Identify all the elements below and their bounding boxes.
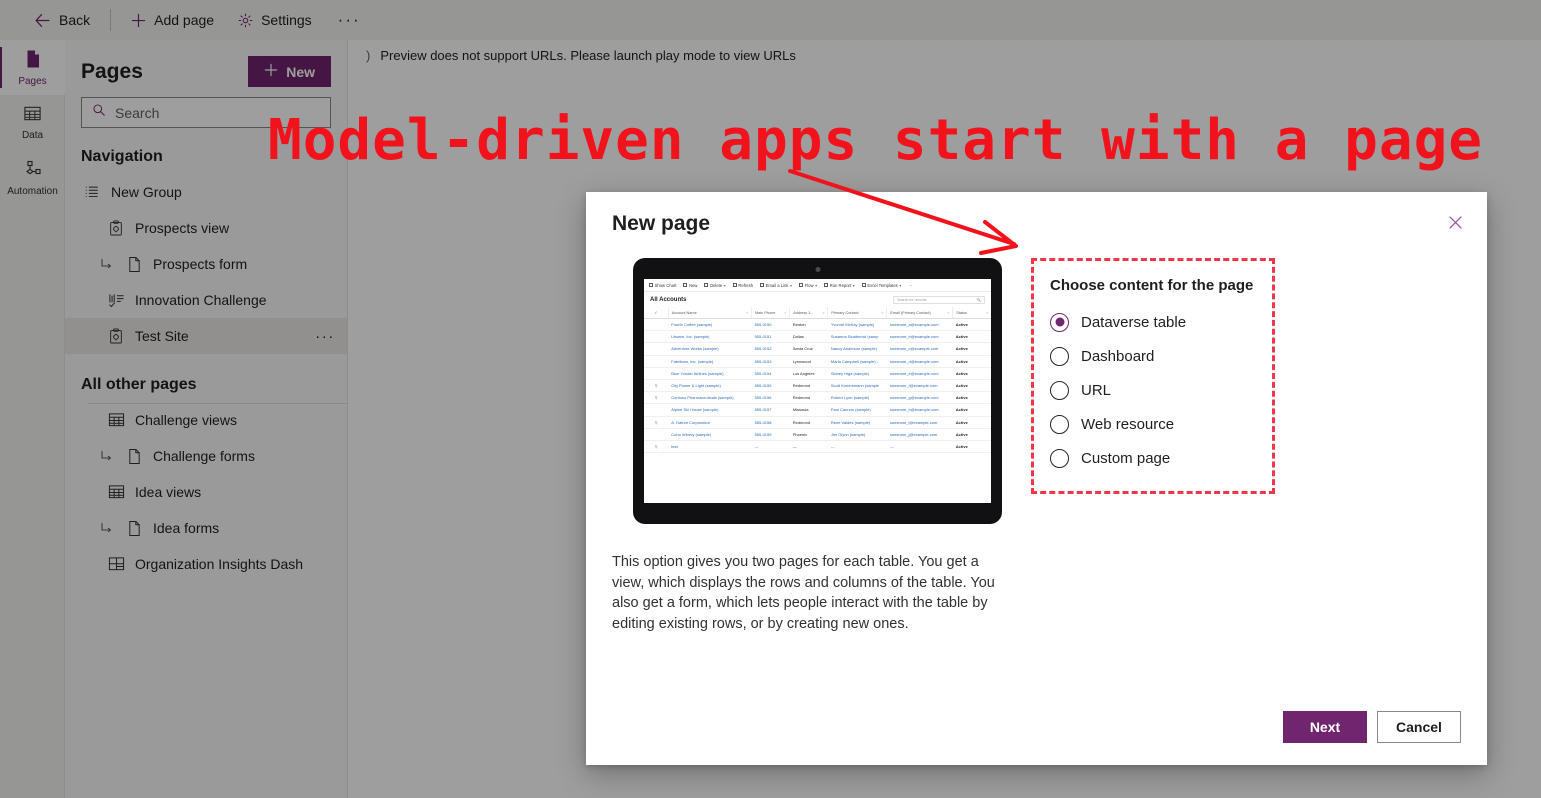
option-description: This option gives you two pages for each…	[612, 552, 1012, 634]
mock-command: Flow▾	[799, 283, 817, 288]
table-row: ⚲A. Datum Corporation555-0158RedmondRene…	[644, 416, 991, 428]
mock-view-name: All Accounts	[650, 297, 686, 303]
option-custom-page[interactable]: Custom page	[1050, 441, 1254, 475]
table-row: Fourth Coffee (sample)555-0150RentonYvon…	[644, 319, 991, 331]
mock-col-primary-contact: Primary Contact▿	[828, 307, 887, 319]
table-row: ⚲City Power & Light (sample)555-0155Redm…	[644, 379, 991, 391]
option-dataverse-table[interactable]: Dataverse table	[1050, 305, 1254, 339]
option-label: Custom page	[1081, 450, 1170, 467]
option-url[interactable]: URL	[1050, 373, 1254, 407]
dialog-body: Show Chart New Delete▾ Refresh Email a L…	[612, 253, 1461, 634]
table-row: Blue Yonder Airlines (sample)555-0154Los…	[644, 367, 991, 379]
mock-command: Excel Templates▾	[862, 283, 902, 288]
mock-command: Email a Link▾	[760, 283, 792, 288]
options-heading: Choose content for the page	[1050, 277, 1254, 294]
mock-col-address: Address 1...▿	[790, 307, 828, 319]
content-type-options: Choose content for the page Dataverse ta…	[1031, 258, 1275, 494]
next-button[interactable]: Next	[1283, 711, 1367, 743]
search-icon: 🔍	[977, 298, 981, 302]
mock-command-bar: Show Chart New Delete▾ Refresh Email a L…	[644, 279, 991, 292]
mock-search-placeholder: Search for records	[897, 298, 927, 302]
new-page-dialog: New page Show Chart New Delete▾ Refresh	[586, 192, 1487, 765]
mock-command-overflow: ···	[908, 283, 912, 288]
tablet-frame: Show Chart New Delete▾ Refresh Email a L…	[633, 258, 1002, 524]
option-label: Dashboard	[1081, 348, 1154, 365]
option-label: URL	[1081, 382, 1111, 399]
page-preview-image: Show Chart New Delete▾ Refresh Email a L…	[612, 253, 1023, 531]
options-container: Choose content for the page Dataverse ta…	[1023, 253, 1461, 531]
table-row: ⚲test------------Active	[644, 440, 991, 452]
table-row: Coho Winery (sample)555-0159PhoenixJim G…	[644, 428, 991, 440]
mock-col-account-name: Account Name▿	[668, 307, 751, 319]
mock-grid-header: ✓ Account Name▿ Main Phone▿ Address 1...…	[644, 307, 991, 319]
radio-icon[interactable]	[1050, 449, 1069, 468]
mock-command: Refresh	[733, 283, 753, 288]
option-web-resource[interactable]: Web resource	[1050, 407, 1254, 441]
mock-col-email: Email (Primary Contact)▿	[887, 307, 953, 319]
cancel-button[interactable]: Cancel	[1377, 711, 1461, 743]
table-row: Litware, Inc. (sample)555-0151DallasSusa…	[644, 331, 991, 343]
dialog-footer: Next Cancel	[1283, 711, 1461, 743]
mock-command: Run Report▾	[824, 283, 855, 288]
radio-icon[interactable]	[1050, 381, 1069, 400]
mock-command: Delete▾	[704, 283, 725, 288]
dialog-title: New page	[612, 212, 710, 236]
option-label: Dataverse table	[1081, 314, 1186, 331]
tablet-screen: Show Chart New Delete▾ Refresh Email a L…	[644, 279, 991, 503]
app-root: Back Add page Settings	[0, 0, 1541, 798]
table-row: Adventure Works (sample)555-0152Santa Cr…	[644, 343, 991, 355]
mock-grid: ✓ Account Name▿ Main Phone▿ Address 1...…	[644, 307, 991, 453]
mock-command: Show Chart	[649, 283, 676, 288]
option-label: Web resource	[1081, 416, 1174, 433]
radio-icon[interactable]	[1050, 415, 1069, 434]
table-row: Alpine Ski House (sample)555-0157Missoul…	[644, 404, 991, 416]
radio-icon[interactable]	[1050, 347, 1069, 366]
mock-col-check: ✓	[644, 307, 668, 319]
mock-view-selector-row: All Accounts Search for records 🔍	[644, 292, 991, 307]
mock-record-search: Search for records 🔍	[893, 296, 985, 304]
mock-command: New	[683, 283, 697, 288]
option-dashboard[interactable]: Dashboard	[1050, 339, 1254, 373]
mock-col-status: Status▿	[953, 307, 991, 319]
mock-grid-body: Fourth Coffee (sample)555-0150RentonYvon…	[644, 319, 991, 453]
radio-icon[interactable]	[1050, 313, 1069, 332]
table-row: ⚲Contoso Pharmaceuticals (sample)555-015…	[644, 392, 991, 404]
table-row: Fabrikam, Inc. (sample)555-0153LynnwoodM…	[644, 355, 991, 367]
mock-col-main-phone: Main Phone▿	[752, 307, 790, 319]
close-icon[interactable]	[1439, 206, 1471, 238]
